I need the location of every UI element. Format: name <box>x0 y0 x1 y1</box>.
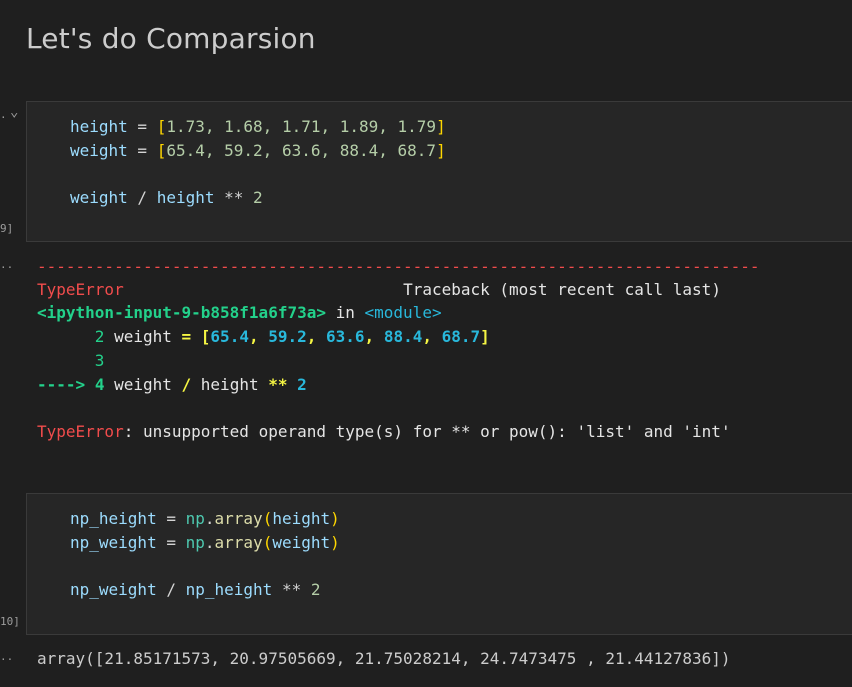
code-token: = <box>156 509 186 528</box>
code-line: height = [1.73, 1.68, 1.71, 1.89, 1.79] <box>70 116 446 138</box>
code-token: array <box>214 509 263 528</box>
code-token: . <box>204 509 215 528</box>
chevron-down-icon[interactable]: ⌄ <box>10 104 18 120</box>
cell-collapse-marker[interactable]: . <box>0 108 7 121</box>
code-token: ** <box>214 188 254 207</box>
code-token: np <box>185 509 205 528</box>
error-message-text: : unsupported operand type(s) for ** or … <box>123 422 731 441</box>
cell-output-text: array([21.85171573, 20.97505669, 21.7502… <box>37 649 731 668</box>
code-token: ( <box>262 509 273 528</box>
code-token: , <box>248 327 269 346</box>
code-token: = <box>156 533 186 552</box>
code-line: weight = [65.4, 59.2, 63.6, 88.4, 68.7] <box>70 140 446 162</box>
traceback-label: Traceback (most recent call last) <box>403 280 721 299</box>
traceback-line: 3 <box>37 350 105 372</box>
code-token: ** <box>272 580 311 599</box>
traceback-module: <module> <box>364 303 442 322</box>
markdown-heading: Let's do Comparsion <box>26 22 316 55</box>
code-token: / <box>127 188 157 207</box>
code-token: = <box>127 117 157 136</box>
code-token: np_height <box>185 580 273 599</box>
code-token: np <box>185 533 205 552</box>
code-token: / <box>181 375 192 394</box>
error-message-type: TypeError <box>37 422 124 441</box>
execution-count-10: 10] <box>0 615 20 628</box>
traceback-line: 2 weight = [65.4, 59.2, 63.6, 88.4, 68.7… <box>37 326 490 348</box>
execution-count-9: 9] <box>0 222 14 235</box>
code-token: = <box>181 327 192 346</box>
code-token: , <box>422 327 442 346</box>
code-token: ] <box>480 327 490 346</box>
error-type: TypeError <box>37 280 124 299</box>
code-token: height <box>70 117 128 136</box>
code-token: ) <box>330 509 340 528</box>
output-marker[interactable]: .. <box>0 258 13 271</box>
code-token: weight <box>104 375 182 394</box>
code-token: ] <box>436 141 446 160</box>
code-token: [ <box>156 141 167 160</box>
traceback-lineno: 3 <box>94 351 105 370</box>
traceback-location: <ipython-input-9-b858f1a6f73a> in <modul… <box>37 302 442 324</box>
code-token: , <box>364 327 384 346</box>
code-token: height <box>272 509 331 528</box>
code-token: 2 <box>253 188 263 207</box>
traceback-arrow: ----> <box>37 375 86 394</box>
code-token: [ <box>156 117 167 136</box>
code-token: , <box>306 327 327 346</box>
code-token: array <box>214 533 263 552</box>
code-token: ( <box>262 533 273 552</box>
code-token: 2 <box>297 375 307 394</box>
code-token: height <box>191 375 269 394</box>
code-token: 59.2 <box>268 327 307 346</box>
code-line: np_weight = np.array(weight) <box>70 532 340 554</box>
code-token: 88.4 <box>383 327 423 346</box>
code-token: 65.4, 59.2, 63.6, 88.4, 68.7 <box>166 141 437 160</box>
code-token: 2 <box>310 580 321 599</box>
code-token: [ <box>200 327 211 346</box>
code-line: weight / height ** 2 <box>70 187 263 209</box>
code-token: ] <box>436 117 446 136</box>
traceback-rule: ----------------------------------------… <box>37 257 760 276</box>
code-token: ** <box>268 375 288 394</box>
code-token: 63.6 <box>326 327 365 346</box>
code-token: . <box>204 533 215 552</box>
code-line: np_weight / np_height ** 2 <box>70 579 320 601</box>
code-token: weight <box>272 533 331 552</box>
code-token: ) <box>330 533 340 552</box>
code-token: weight <box>70 188 128 207</box>
error-message: TypeError: unsupported operand type(s) f… <box>37 421 731 443</box>
code-token: 1.73, 1.68, 1.71, 1.89, 1.79 <box>166 117 437 136</box>
code-token: np_weight <box>70 580 157 599</box>
code-token: np_height <box>70 509 157 528</box>
code-token: np_weight <box>70 533 157 552</box>
code-token: weight <box>70 141 128 160</box>
traceback-header: TypeError Traceback (most recent call la… <box>37 279 721 301</box>
code-token: weight <box>104 327 182 346</box>
code-token: 65.4 <box>210 327 249 346</box>
code-token: 68.7 <box>441 327 481 346</box>
code-token: / <box>156 580 186 599</box>
code-line: np_height = np.array(height) <box>70 508 340 530</box>
output-marker[interactable]: .. <box>0 650 13 663</box>
code-token: height <box>156 188 215 207</box>
traceback-in-text: in <box>325 303 365 322</box>
traceback-lineno: 4 <box>94 375 105 394</box>
code-token: = <box>127 141 157 160</box>
traceback-input-link[interactable]: <ipython-input-9-b858f1a6f73a> <box>37 303 326 322</box>
traceback-line: ----> 4 weight / height ** 2 <box>37 374 307 396</box>
traceback-lineno: 2 <box>94 327 105 346</box>
